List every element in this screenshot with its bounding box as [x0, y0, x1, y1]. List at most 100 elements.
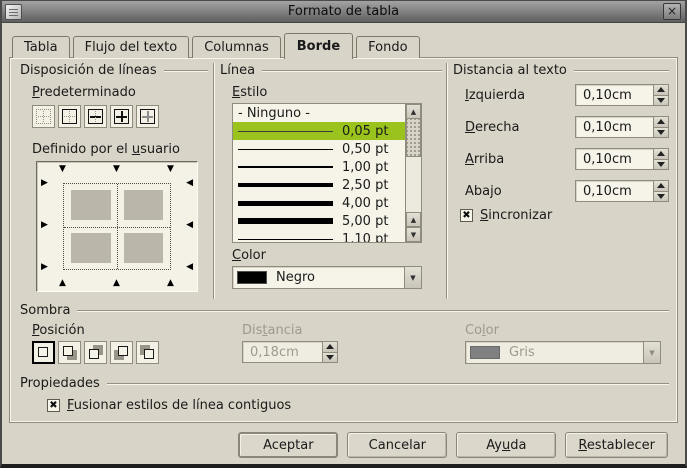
default-presets-label: Predeterminado: [32, 85, 136, 100]
style-list-scrollbar[interactable]: ▲ ▲ ▼: [405, 104, 421, 242]
accept-button[interactable]: Aceptar: [238, 432, 338, 458]
cancel-button[interactable]: Cancelar: [347, 432, 447, 458]
spin-up-button[interactable]: [654, 181, 668, 191]
shadow-position-label: Posición: [32, 323, 85, 338]
line-group-label: Línea: [220, 63, 255, 78]
tab-flujo-del-texto[interactable]: Flujo del texto: [73, 36, 190, 58]
box-border-icon: [62, 109, 77, 124]
left-distance-field[interactable]: 0,10cm: [575, 84, 654, 106]
reset-button[interactable]: Restablecer: [565, 432, 668, 458]
spin-up-icon: [326, 344, 334, 349]
shadow-top-left-button[interactable]: [136, 341, 159, 364]
shadow-color-label: Color: [465, 323, 499, 338]
spin-up-button[interactable]: [654, 117, 668, 127]
spacing-right-row: Derecha 0,10cm: [465, 116, 669, 138]
line-color-dropdown[interactable]: Negro ▼: [232, 266, 422, 289]
line-group-header: Línea: [220, 63, 442, 78]
shadow-bottom-left-button[interactable]: [110, 341, 133, 364]
bottom-distance-stepper: [654, 180, 669, 202]
preset-box-inner-button[interactable]: [136, 105, 159, 128]
chevron-down-icon[interactable]: ▼: [404, 267, 421, 288]
scroll-down-icon[interactable]: ▼: [406, 227, 421, 242]
line-style-option-none[interactable]: - Ninguno -: [233, 104, 405, 122]
preset-box-horizontal-button[interactable]: [84, 105, 107, 128]
preset-no-borders-button[interactable]: [32, 105, 55, 128]
default-presets: [32, 105, 159, 128]
line-style-option[interactable]: 0,50 pt: [233, 140, 405, 158]
shadow-bottom-right-icon: [62, 345, 77, 360]
user-defined-border-editor[interactable]: ▼ ▼ ▼ ▲ ▲ ▲ ▶ ▶ ▶ ◀ ◀ ◀: [36, 161, 198, 292]
spin-down-icon: [326, 355, 334, 360]
top-distance-stepper: [654, 148, 669, 170]
spin-up-button[interactable]: [654, 149, 668, 159]
shadow-top-left-icon: [140, 345, 155, 360]
spin-down-button[interactable]: [323, 352, 337, 363]
shadow-color-value: Gris: [509, 345, 643, 360]
line-style-option[interactable]: 5,00 pt: [233, 212, 405, 230]
tab-fondo[interactable]: Fondo: [356, 36, 419, 58]
synchronize-label: Sincronizar: [480, 208, 552, 223]
spacing-left-row: Izquierda 0,10cm: [465, 84, 669, 106]
preset-box-cross-button[interactable]: [110, 105, 133, 128]
spin-up-button[interactable]: [654, 85, 668, 95]
edge-marker-icon: ▼: [59, 165, 66, 174]
top-distance-field[interactable]: 0,10cm: [575, 148, 654, 170]
box-cross-icon: [114, 109, 129, 124]
line-arrangement-group-label: Disposición de líneas: [20, 63, 157, 78]
spin-down-button[interactable]: [654, 127, 668, 138]
right-distance-field[interactable]: 0,10cm: [575, 116, 654, 138]
shadow-distance-row: 0,18cm: [242, 341, 338, 363]
check-icon: ✖: [462, 211, 470, 221]
spin-up-icon: [657, 183, 665, 188]
scrollbar-thumb[interactable]: [406, 119, 421, 157]
synchronize-checkbox[interactable]: ✖: [460, 209, 473, 222]
dialog-button-row: Aceptar Cancelar Ayuda Restablecer: [238, 432, 668, 458]
box-inner-gray-icon: [140, 109, 155, 124]
line-style-option[interactable]: 1,00 pt: [233, 158, 405, 176]
shadow-position-buttons: [32, 341, 159, 364]
shadow-bottom-right-button[interactable]: [58, 341, 81, 364]
scroll-up-icon[interactable]: ▲: [406, 104, 421, 119]
shadow-none-button[interactable]: [32, 341, 55, 364]
color-swatch: [470, 346, 500, 359]
window-title: Formato de tabla: [2, 4, 685, 19]
edge-marker-icon: ◀: [186, 179, 193, 188]
edge-marker-icon: ◀: [186, 263, 193, 272]
spin-up-icon: [657, 119, 665, 124]
scroll-up-icon[interactable]: ▲: [406, 212, 421, 227]
tab-tabla[interactable]: Tabla: [12, 36, 70, 58]
line-sample: [238, 183, 333, 187]
line-style-option[interactable]: 2,50 pt: [233, 176, 405, 194]
help-button[interactable]: Ayuda: [456, 432, 556, 458]
shadow-none-icon: [36, 345, 51, 360]
titlebar[interactable]: Formato de tabla ×: [2, 1, 685, 23]
edge-marker-icon: ▶: [41, 221, 48, 230]
no-borders-icon: [36, 109, 51, 124]
spacing-top-row: Arriba 0,10cm: [465, 148, 669, 170]
edge-marker-icon: ▲: [113, 279, 120, 288]
tab-borde[interactable]: Borde: [284, 33, 353, 59]
line-style-option[interactable]: 4,00 pt: [233, 194, 405, 212]
scrollbar-track[interactable]: [406, 157, 421, 212]
spin-down-icon: [657, 98, 665, 103]
spin-up-button[interactable]: [323, 342, 337, 352]
spin-down-button[interactable]: [654, 95, 668, 106]
right-distance-stepper: [654, 116, 669, 138]
line-style-option[interactable]: 1,10 pt: [233, 230, 405, 242]
preset-box-button[interactable]: [58, 105, 81, 128]
bottom-distance-field[interactable]: 0,10cm: [575, 180, 654, 202]
line-style-option-selected[interactable]: 0,05 pt: [233, 122, 405, 140]
spin-down-button[interactable]: [654, 191, 668, 202]
shadow-top-right-button[interactable]: [84, 341, 107, 364]
cell: [71, 233, 111, 263]
merge-styles-row: ✖ Fusionar estilos de línea contiguos: [47, 398, 291, 413]
user-defined-label: Definido por el usuario: [32, 142, 180, 157]
close-icon[interactable]: ×: [663, 3, 681, 20]
box-horizontal-icon: [88, 109, 103, 124]
merge-styles-checkbox[interactable]: ✖: [47, 399, 60, 412]
spin-up-icon: [657, 87, 665, 92]
spin-down-button[interactable]: [654, 159, 668, 170]
line-sample: [238, 131, 333, 132]
bottom-label: Abajo: [465, 184, 575, 199]
tab-columnas[interactable]: Columnas: [192, 36, 281, 58]
